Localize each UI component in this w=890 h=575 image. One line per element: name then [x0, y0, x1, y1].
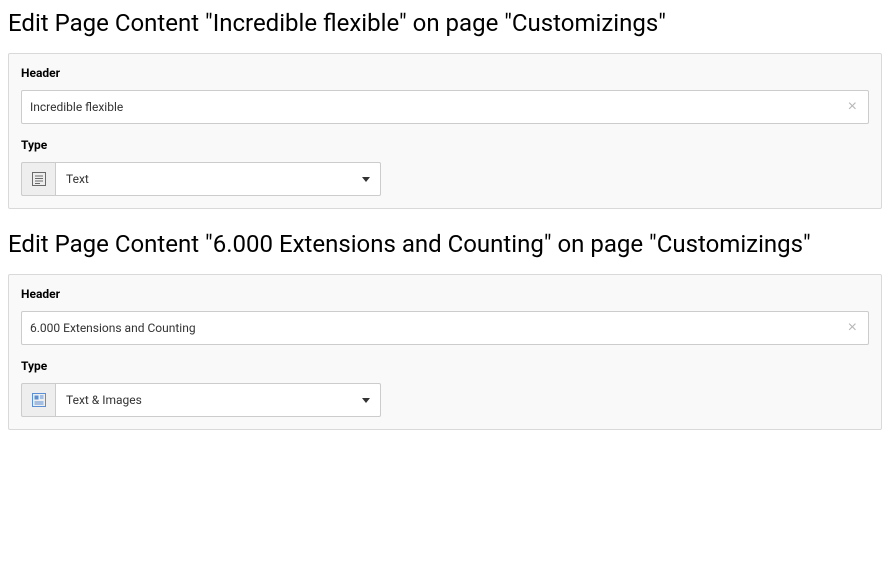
close-icon: × [848, 98, 857, 115]
type-label: Type [21, 359, 869, 373]
close-icon: × [848, 319, 857, 336]
clear-input-button[interactable]: × [844, 97, 861, 117]
type-select-combo: Text [21, 162, 381, 196]
type-select[interactable]: Text & Images [55, 383, 381, 417]
header-field-group: Header × [21, 66, 869, 124]
type-label: Type [21, 138, 869, 152]
section-title: Edit Page Content "6.000 Extensions and … [8, 229, 882, 260]
type-select-combo: Text & Images [21, 383, 381, 417]
type-select-value: Text [66, 172, 356, 186]
chevron-down-icon [362, 177, 370, 182]
form-panel: Header × Type [8, 53, 882, 209]
form-panel: Header × Type [8, 274, 882, 430]
section-title: Edit Page Content "Incredible flexible" … [8, 8, 882, 39]
header-input[interactable] [21, 90, 869, 124]
header-label: Header [21, 287, 869, 301]
type-field-group: Type Text & Images [21, 359, 869, 417]
edit-page-content-section: Edit Page Content "Incredible flexible" … [8, 8, 882, 209]
type-select-value: Text & Images [66, 393, 356, 407]
content-type-text-icon [21, 162, 55, 196]
header-input-wrap: × [21, 311, 869, 345]
clear-input-button[interactable]: × [844, 318, 861, 338]
header-input-wrap: × [21, 90, 869, 124]
content-type-text-images-icon [21, 383, 55, 417]
chevron-down-icon [362, 398, 370, 403]
type-select[interactable]: Text [55, 162, 381, 196]
type-field-group: Type Text [21, 138, 869, 196]
header-label: Header [21, 66, 869, 80]
edit-page-content-section: Edit Page Content "6.000 Extensions and … [8, 229, 882, 430]
header-input[interactable] [21, 311, 869, 345]
header-field-group: Header × [21, 287, 869, 345]
